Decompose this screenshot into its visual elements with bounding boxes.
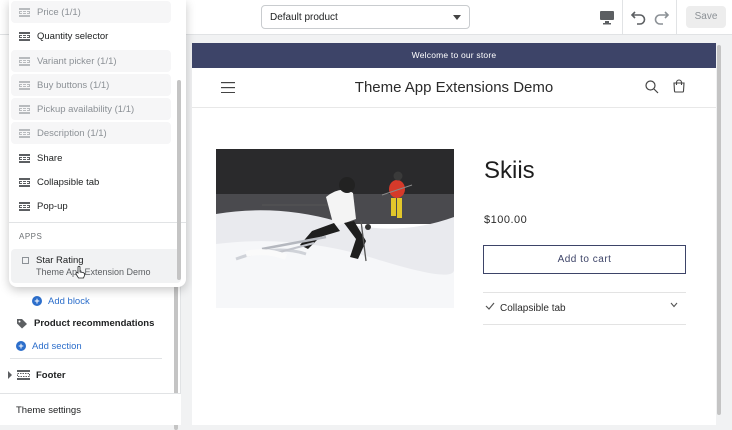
add-block-label: Add block [48,295,90,307]
theme-settings-button[interactable]: Theme settings [0,393,181,425]
check-icon [485,302,495,310]
popover-scrollbar[interactable] [177,80,181,280]
desktop-icon[interactable] [597,7,617,27]
collapsible-tab-label: Collapsible tab [500,303,566,314]
block-option-variant-picker[interactable]: Variant picker (1/1) [11,50,171,72]
announcement-bar: Welcome to our store [192,43,716,68]
apps-heading: APPS [19,232,43,241]
redo-icon[interactable] [651,7,671,27]
block-icon [19,104,30,114]
add-block-button[interactable]: + Add block [32,291,207,311]
add-section-button[interactable]: + Add section [16,336,191,356]
footer-layout-icon [17,370,30,380]
block-option-quantity-selector[interactable]: Quantity selector [11,25,171,47]
block-option-collapsible-tab[interactable]: Collapsible tab [11,171,171,193]
add-to-cart-button[interactable]: Add to cart [483,245,686,274]
block-option-description[interactable]: Description (1/1) [11,122,171,144]
add-block-popover: Price (1/1) Quantity selector Variant pi… [9,0,186,287]
product-title: Skiis [484,157,535,184]
app-block-star-rating[interactable]: Star Rating Theme App Extension Demo [11,249,181,283]
app-block-title: Star Rating [36,255,84,266]
block-icon [19,31,30,41]
toolbar-divider [622,0,623,35]
block-option-buy-buttons[interactable]: Buy buttons (1/1) [11,74,171,96]
tag-icon [17,318,27,328]
collapsible-tab[interactable]: Collapsible tab [483,293,686,323]
store-header: Theme App Extensions Demo [192,68,716,108]
block-option-label: Buy buttons (1/1) [37,79,110,91]
block-icon [19,128,30,138]
chevron-down-icon [670,302,678,308]
chevron-down-icon [453,15,461,20]
app-block-icon [22,257,29,264]
block-option-label: Share [37,152,63,164]
block-option-label: Quantity selector [37,30,109,42]
scrollbar-thumb[interactable] [717,45,721,415]
product-select[interactable]: Default product [261,5,470,29]
plus-circle-icon: + [32,296,42,306]
cart-icon[interactable] [672,79,686,93]
add-section-label: Add section [32,340,82,352]
block-icon [19,177,30,187]
section-footer[interactable]: Footer [7,365,182,385]
block-option-price[interactable]: Price (1/1) [11,1,171,23]
block-option-share[interactable]: Share [11,147,171,169]
app-block-subtitle: Theme App Extension Demo [36,267,151,277]
product-price: $100.00 [484,214,528,226]
block-option-label: Description (1/1) [37,127,107,139]
block-option-label: Collapsible tab [37,176,100,188]
save-button[interactable]: Save [686,6,726,28]
toolbar-divider [676,0,677,35]
pointer-cursor-icon [75,266,86,279]
preview-scrollbar[interactable] [716,43,722,415]
block-option-pickup-availability[interactable]: Pickup availability (1/1) [11,98,171,120]
section-label: Product recommendations [34,317,155,329]
divider [10,358,162,359]
plus-circle-icon: + [16,341,26,351]
block-icon [19,7,30,17]
block-option-pop-up[interactable]: Pop-up [11,195,171,217]
section-label: Footer [36,369,66,381]
product-select-value: Default product [270,12,338,23]
product-image[interactable] [216,149,454,308]
undo-icon[interactable] [629,7,649,27]
store-title[interactable]: Theme App Extensions Demo [192,79,716,96]
theme-settings-label: Theme settings [16,405,81,416]
block-option-label: Pop-up [37,200,68,212]
storefront-preview: Welcome to our store Theme App Extension… [192,43,716,425]
divider [9,222,186,223]
search-icon[interactable] [645,80,659,94]
block-option-label: Pickup availability (1/1) [37,103,135,115]
section-product-recommendations[interactable]: Product recommendations [16,313,191,333]
block-option-label: Price (1/1) [37,6,81,18]
block-icon [19,201,30,211]
divider [483,324,686,325]
block-icon [19,80,30,90]
block-icon [19,56,30,66]
caret-right-icon[interactable] [7,371,13,379]
block-option-label: Variant picker (1/1) [37,55,117,67]
block-icon [19,153,30,163]
